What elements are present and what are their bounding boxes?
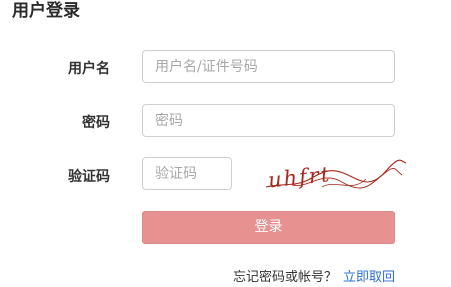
username-input[interactable] <box>142 50 395 83</box>
password-input[interactable] <box>142 104 395 137</box>
captcha-text: uhfrt <box>267 162 332 192</box>
captcha-input[interactable] <box>142 157 232 190</box>
captcha-label: 验证码 <box>68 169 110 185</box>
recover-account-row: 忘记密码或帐号？ 立即取回 <box>233 266 395 285</box>
login-button[interactable]: 登录 <box>142 211 395 244</box>
captcha-image[interactable]: uhfrt <box>262 157 408 195</box>
recover-account-link[interactable]: 立即取回 <box>343 270 395 285</box>
username-label: 用户名 <box>68 61 110 77</box>
password-label: 密码 <box>82 115 110 131</box>
forgot-account-text: 忘记密码或帐号？ <box>232 270 337 285</box>
page-title: 用户登录 <box>12 1 80 21</box>
